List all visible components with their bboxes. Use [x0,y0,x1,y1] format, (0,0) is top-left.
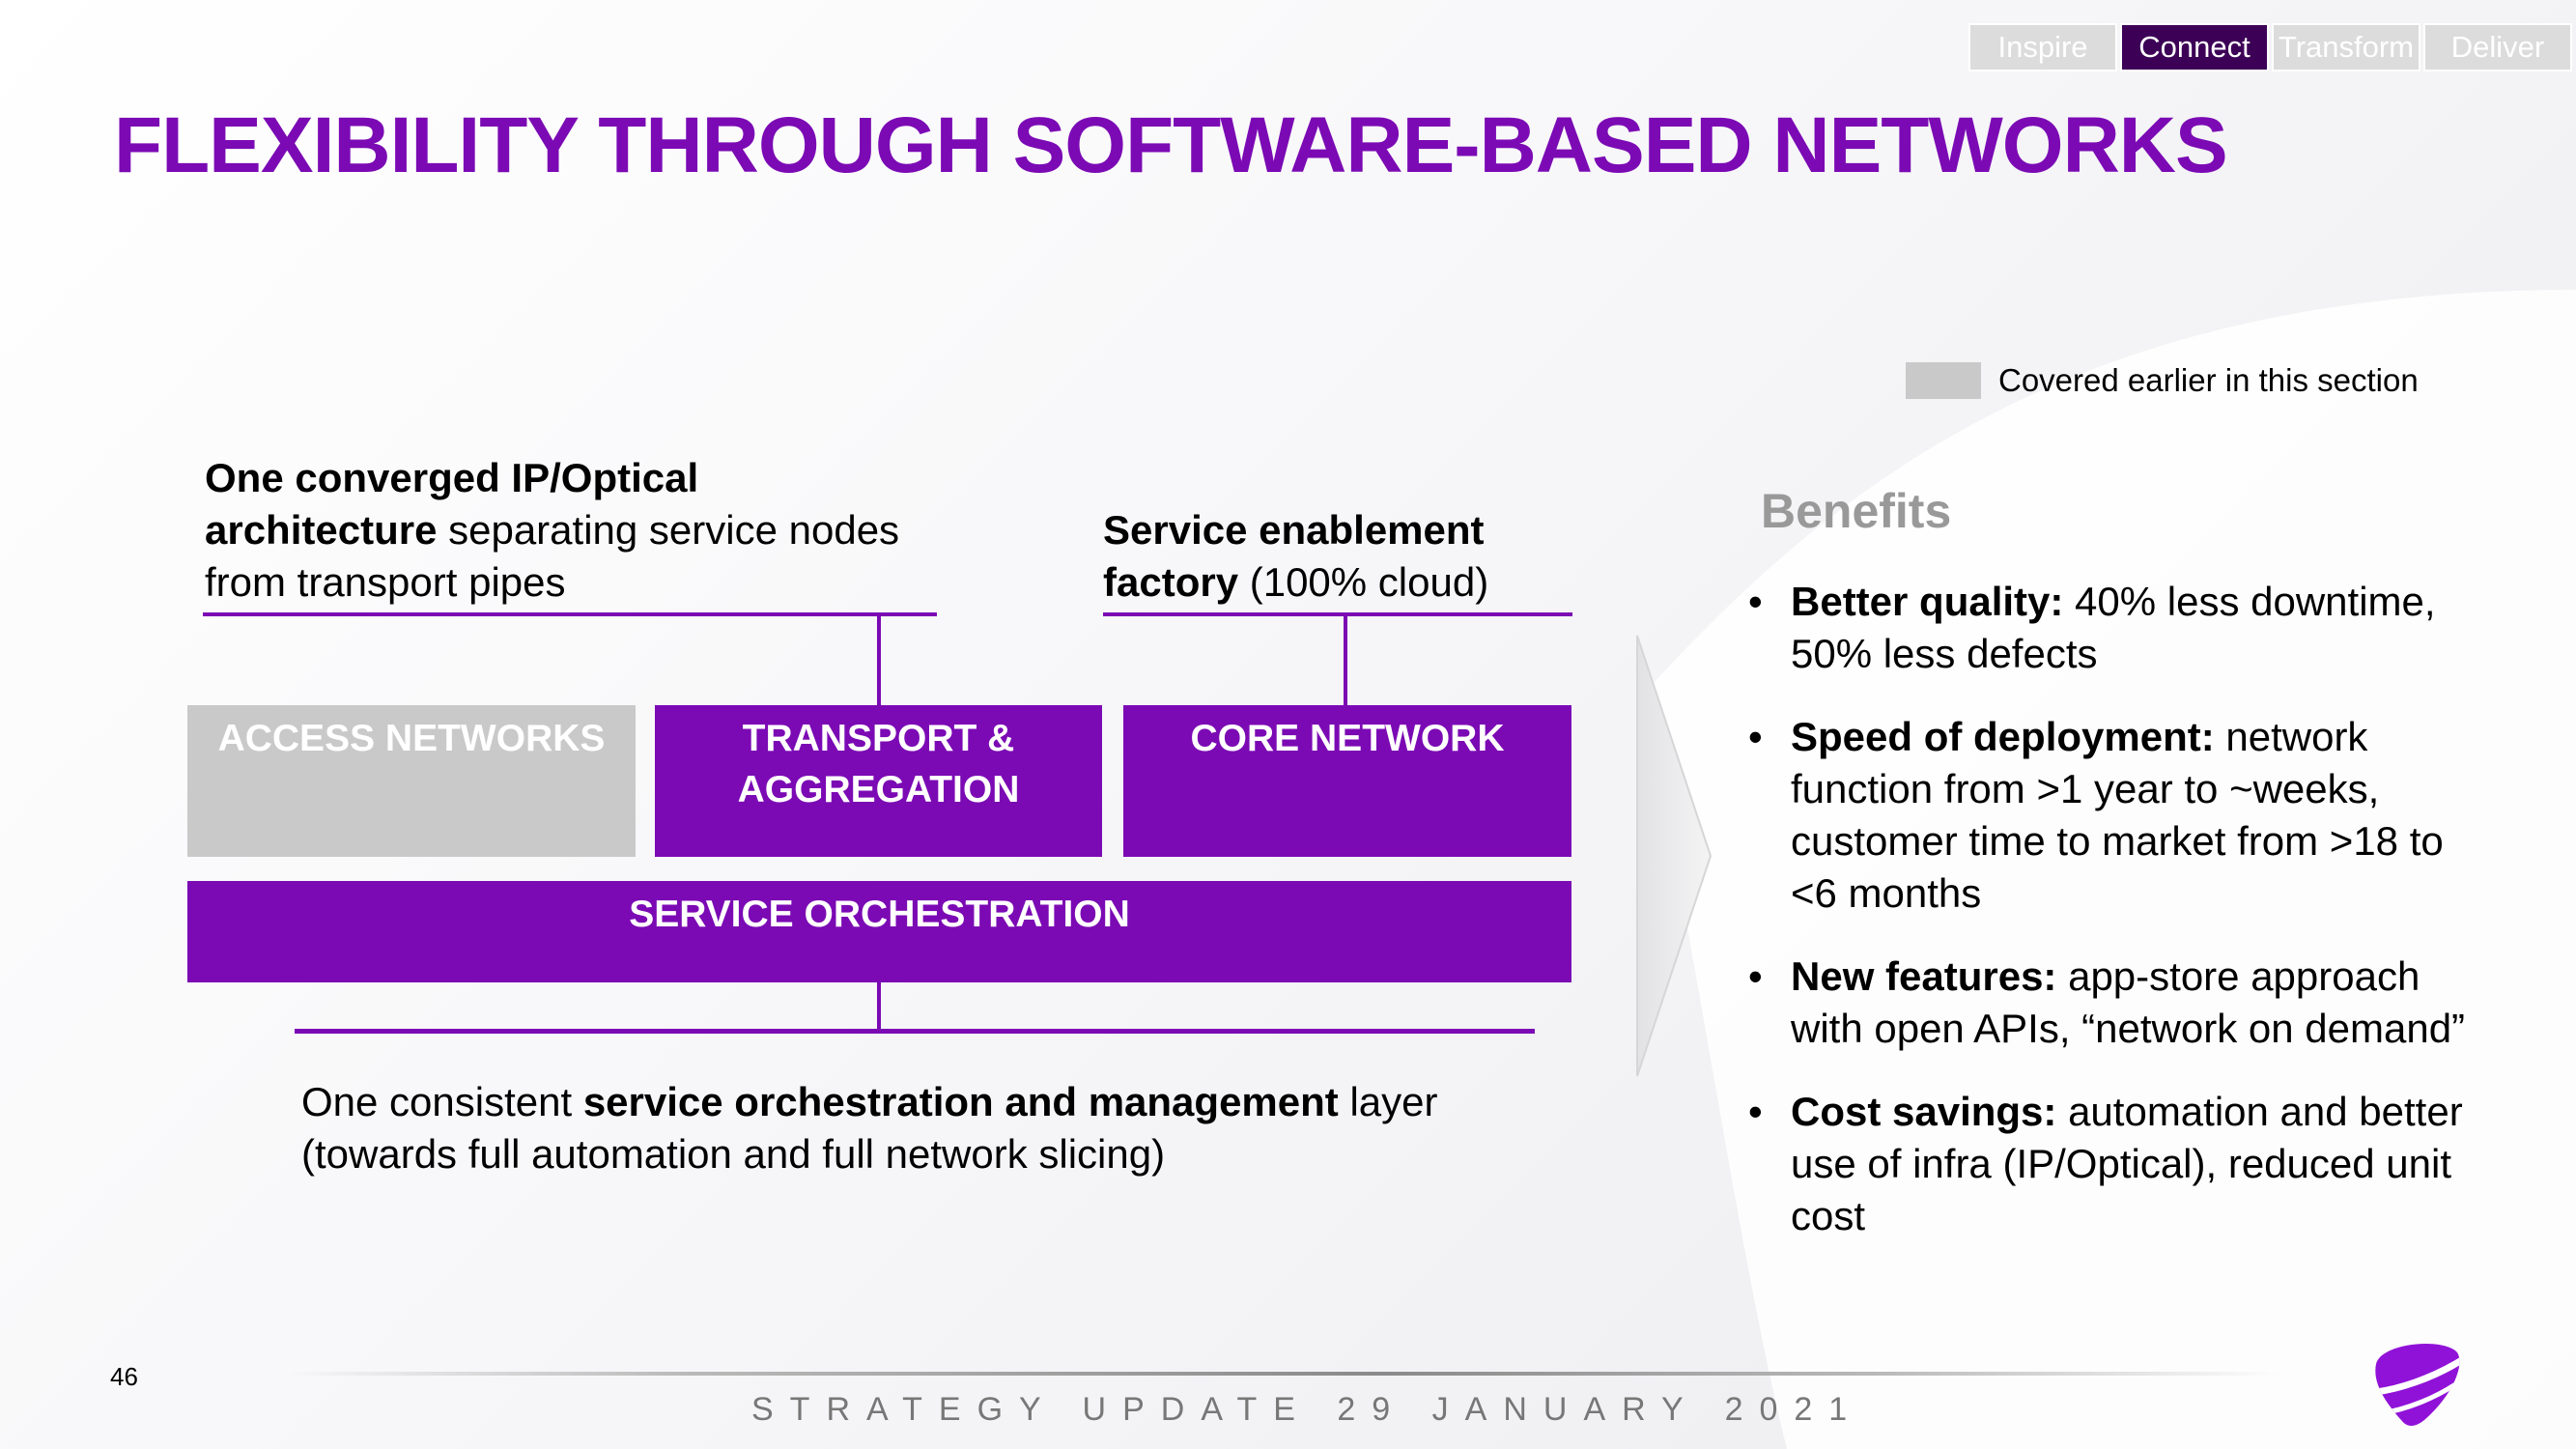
bullet-icon: • [1748,579,1763,624]
connector-right-horizontal [1103,612,1572,616]
box-core-network: CORE NETWORK [1123,705,1571,857]
footer-title: STRATEGY UPDATE 29 JANUARY 2021 [751,1391,1864,1428]
benefits-list: • Better quality: 40% less downtime, 50% … [1748,576,2482,1273]
benefit-item: • Better quality: 40% less downtime, 50% … [1748,576,2482,680]
legend: Covered earlier in this section [1906,362,2419,399]
benefit-heading: New features: [1791,953,2057,999]
connector-bottom-vertical [877,982,881,1031]
caption-service-enablement-text: (100% cloud) [1238,559,1489,605]
connector-right-vertical [1344,614,1347,705]
benefit-heading: Cost savings: [1791,1089,2057,1134]
caption-orchestration-layer: One consistent service orchestration and… [301,1076,1576,1180]
benefit-heading: Better quality: [1791,579,2064,624]
box-transport-aggregation: TRANSPORT & AGGREGATION [655,705,1102,857]
benefit-item: • New features: app-store approach with o… [1748,951,2482,1055]
bullet-icon: • [1748,714,1763,759]
legend-label: Covered earlier in this section [1998,362,2419,398]
chevron-right-arrow-icon [1636,635,1713,1077]
box-access-networks: ACCESS NETWORKS [187,705,636,857]
benefit-heading: Speed of deployment: [1791,714,2215,759]
footer-divider [290,1372,2279,1376]
benefits-title: Benefits [1761,484,1952,538]
benefit-item: • Speed of deployment: network function f… [1748,711,2482,920]
box-transport-aggregation-label: TRANSPORT & AGGREGATION [737,718,1020,810]
telia-logo-icon [2375,1343,2460,1427]
benefit-item: • Cost savings: automation and better use… [1748,1086,2482,1242]
slide-title: FLEXIBILITY THROUGH SOFTWARE-BASED NETWO… [114,101,2228,189]
section-nav: Inspire Connect Transform Deliver [1968,23,2572,71]
box-service-orchestration: SERVICE ORCHESTRATION [187,881,1571,982]
nav-tab-transform[interactable]: Transform [2272,23,2420,71]
connector-left-vertical [877,614,881,705]
connector-left-horizontal [203,612,937,616]
bullet-icon: • [1748,953,1763,999]
legend-swatch [1906,362,1981,399]
page-number: 46 [110,1362,138,1391]
caption-orchestration-prefix: One consistent [301,1079,583,1124]
nav-tab-deliver[interactable]: Deliver [2423,23,2572,71]
connector-bottom-horizontal [295,1029,1535,1034]
nav-tab-connect[interactable]: Connect [2120,23,2269,71]
caption-orchestration-bold: service orchestration and management [582,1079,1339,1124]
caption-service-enablement: Service enablement factory (100% cloud) [1103,504,1605,609]
nav-tab-inspire[interactable]: Inspire [1968,23,2117,71]
caption-ip-optical: One converged IP/Optical architecture se… [205,452,939,609]
bullet-icon: • [1748,1089,1763,1134]
